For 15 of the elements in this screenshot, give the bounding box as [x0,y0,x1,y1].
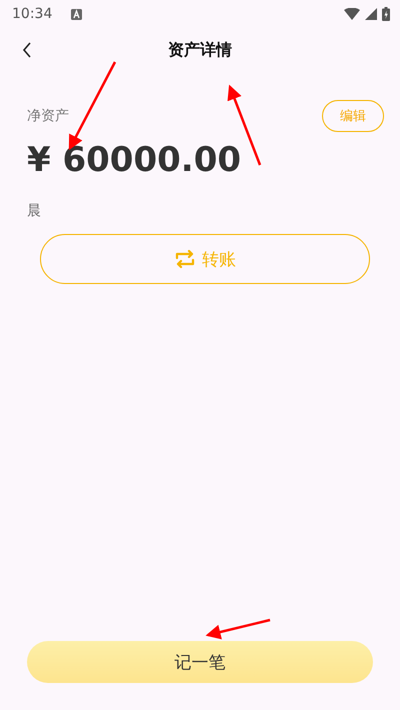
record-button[interactable]: 记一笔 [27,641,373,683]
edit-button[interactable]: 编辑 [322,100,384,132]
account-name: 晨 [27,202,41,220]
back-icon [22,42,32,58]
battery-icon [382,7,390,21]
status-time: 10:34 [12,6,52,22]
annotation-arrow [206,618,270,640]
signal-icon [365,8,377,20]
transfer-button[interactable]: 转账 [40,234,370,284]
page-title: 资产详情 [168,40,232,60]
wifi-icon [344,8,360,20]
notification-icon [71,8,82,20]
net-asset-label: 净资产 [27,107,69,125]
transfer-icon [174,249,196,269]
asset-amount: ¥ 60000.00 [27,140,242,180]
